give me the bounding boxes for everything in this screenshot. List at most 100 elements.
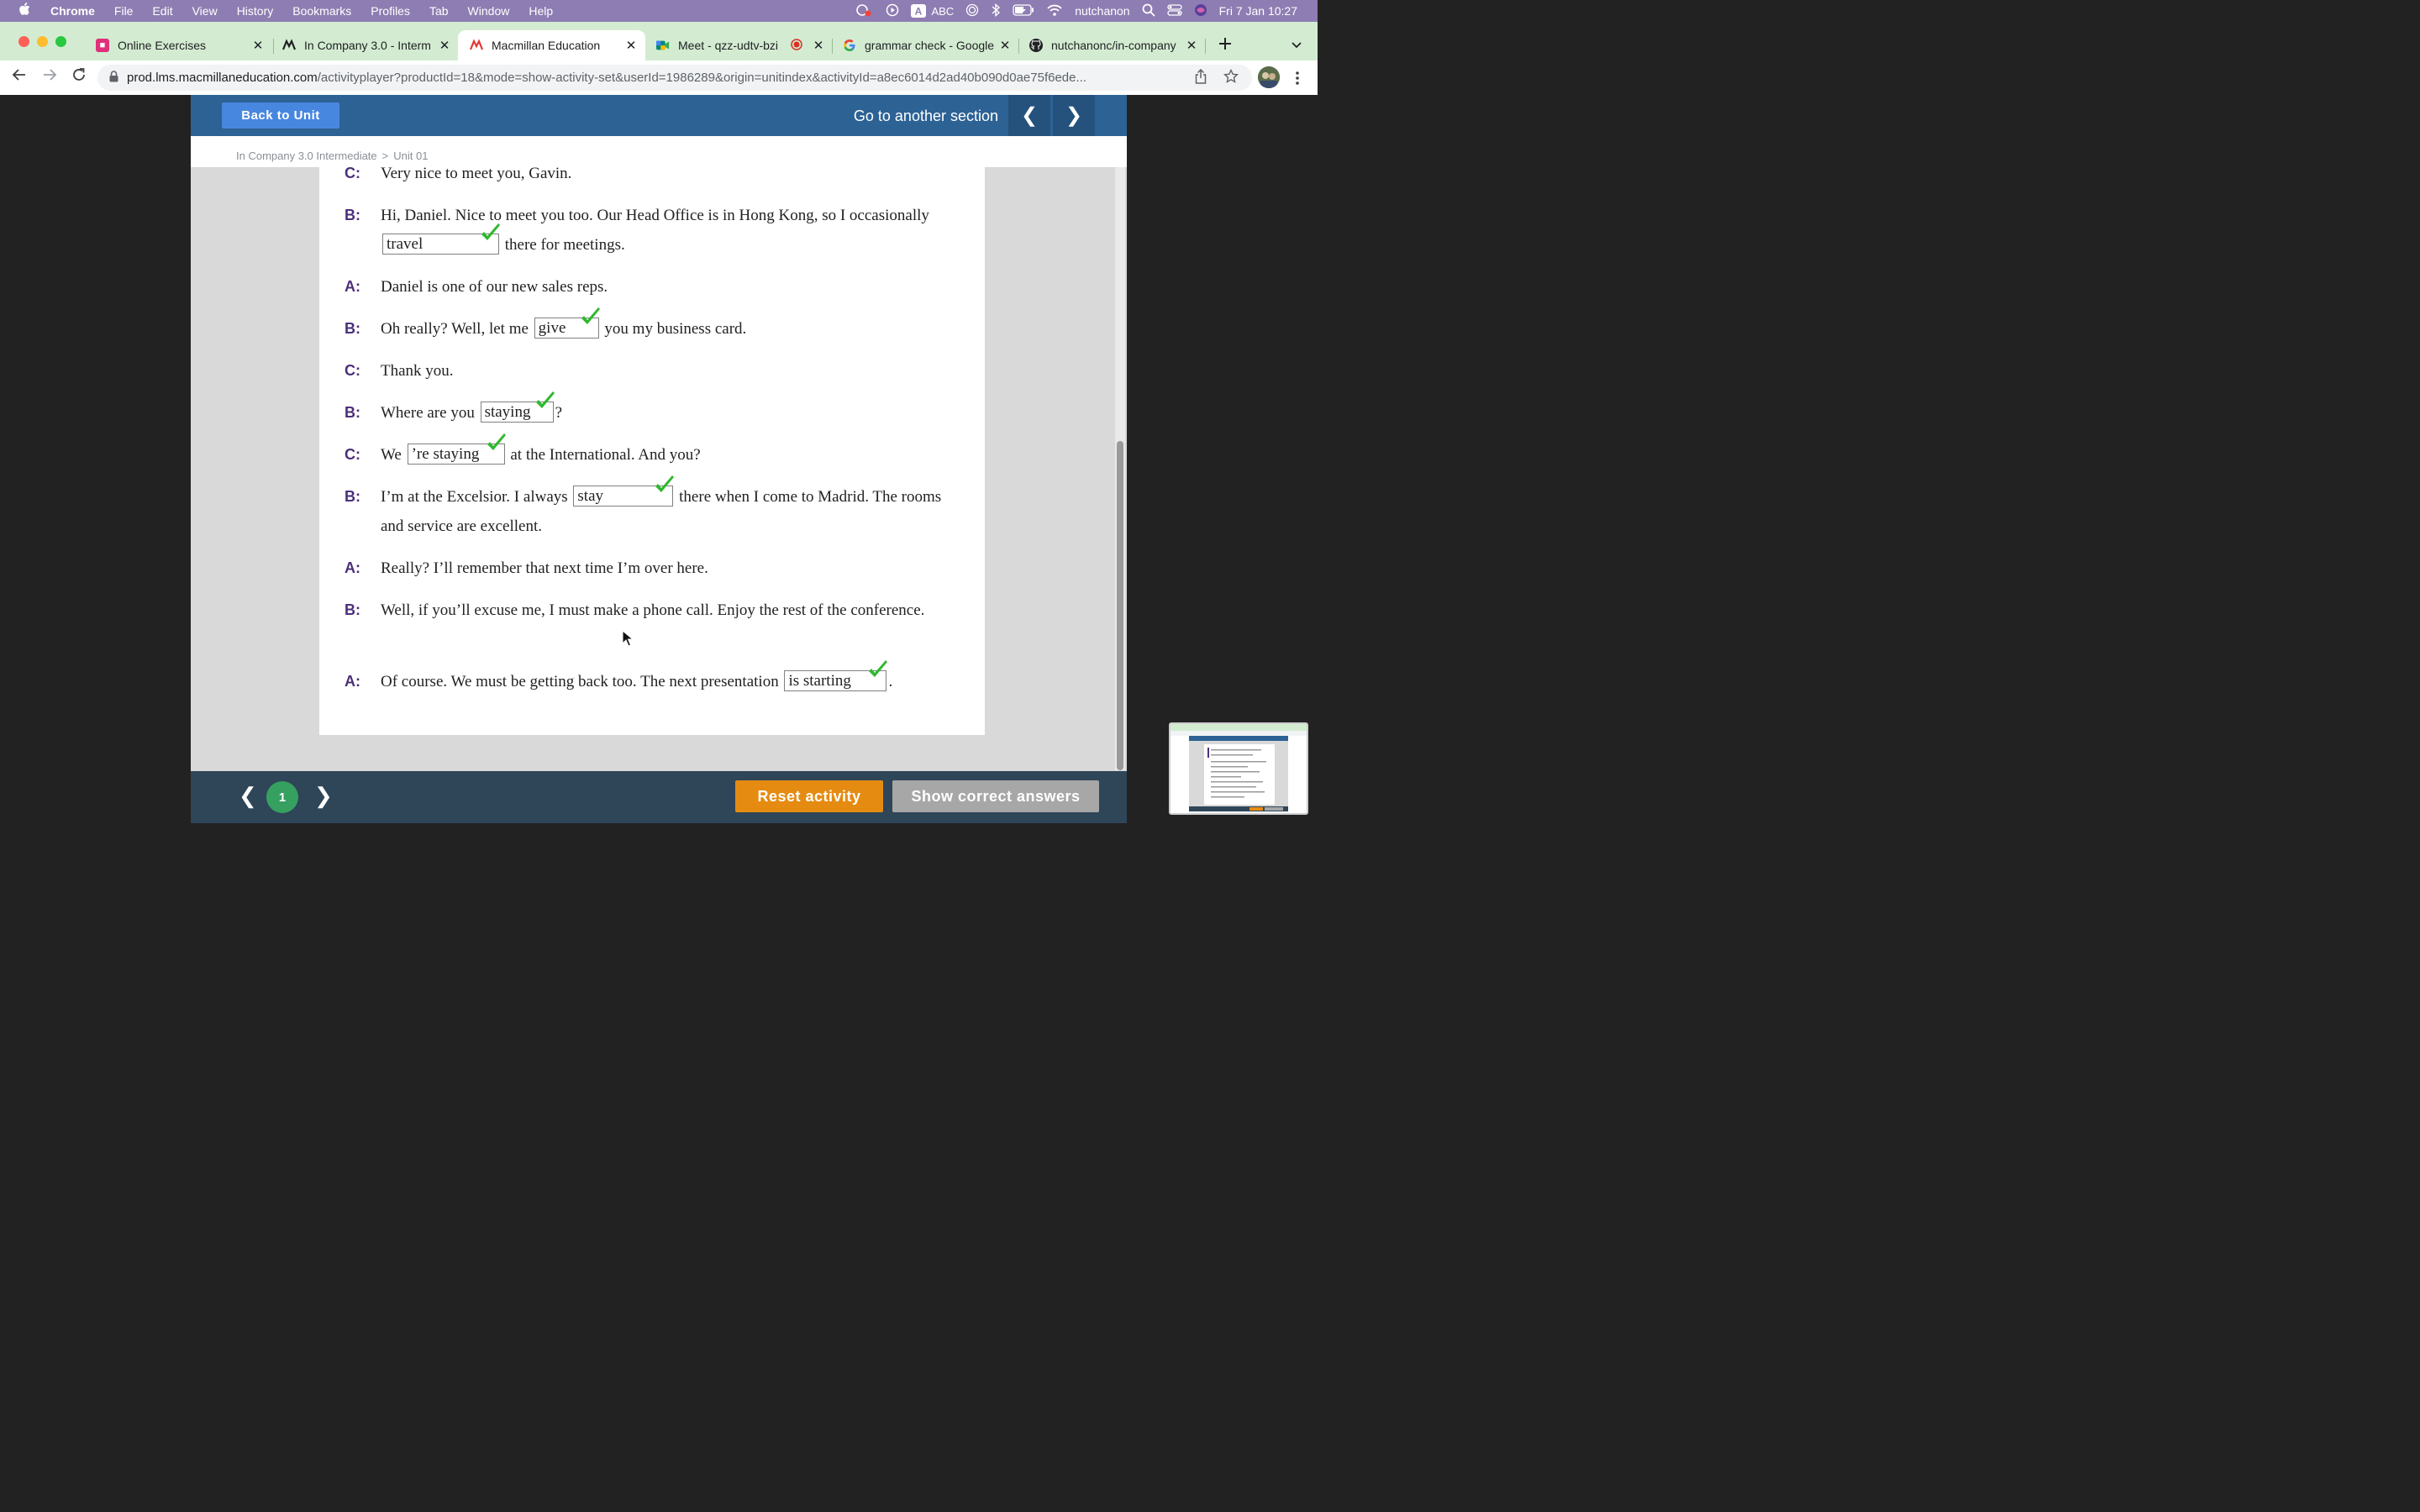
tab-in-company[interactable]: In Company 3.0 - Interm ✕ [271,30,459,60]
screen-share-icon[interactable] [855,3,874,19]
profile-avatar[interactable] [1258,66,1280,88]
dialogue-text-with-gap: We ’re staying at the International. And… [381,433,960,470]
menu-help[interactable]: Help [529,4,553,18]
speaker-label: C: [345,446,360,463]
menu-file[interactable]: File [114,4,134,18]
recording-icon [791,38,802,53]
tab-title: In Company 3.0 - Interm [304,39,431,52]
previous-page-button[interactable]: ❮ [239,783,257,809]
forward-arrow-icon[interactable] [42,67,57,87]
dialogue-text: you my business card. [604,320,747,338]
bookmark-star-icon[interactable] [1223,68,1239,88]
window-zoom-button[interactable] [55,36,66,47]
close-tab-icon[interactable]: ✕ [249,38,267,53]
reload-icon[interactable] [71,67,87,87]
apple-menu-icon[interactable] [18,2,34,20]
url-text: prod.lms.macmillaneducation.com/activity… [127,71,1177,85]
tab-github[interactable]: nutchanonc/in-company ✕ [1018,30,1206,60]
scrollbar-thumb[interactable] [1117,441,1123,770]
answer-dropdown[interactable]: travel [382,223,500,255]
airdrop-icon[interactable] [965,3,979,19]
lock-icon[interactable] [109,71,118,85]
dialogue-text-with-gap: Oh really? Well, let me give you my busi… [381,307,960,344]
user-name[interactable]: nutchanon [1075,4,1129,18]
browser-tab-strip: ■ Online Exercises ✕ In Company 3.0 - In… [0,22,1318,60]
meet-icon [656,39,670,52]
svg-text:A: A [915,6,923,18]
menu-window[interactable]: Window [468,4,510,18]
control-center-icon[interactable] [1166,3,1182,19]
google-icon [843,39,856,52]
menu-tab[interactable]: Tab [429,4,449,18]
chrome-menu-icon[interactable] [1295,71,1300,90]
menu-profiles[interactable]: Profiles [371,4,410,18]
dialogue-text-with-gap: Hi, Daniel. Nice to meet you too. Our He… [381,201,960,260]
menu-app-name[interactable]: Chrome [50,4,95,18]
answer-dropdown[interactable]: give [534,307,600,339]
address-bar[interactable]: prod.lms.macmillaneducation.com/activity… [97,65,1252,91]
dialogue-text-with-gap: Where are you staying ? [381,391,960,428]
tab-search-chevron-down-icon[interactable] [1291,39,1302,54]
answer-value: staying [484,403,531,422]
speaker-label: B: [345,320,360,337]
next-section-button[interactable]: ❯ [1053,95,1095,136]
new-tab-plus-icon[interactable] [1218,36,1233,55]
screenshot-thumbnail-preview[interactable] [1169,722,1308,815]
close-tab-icon[interactable]: ✕ [622,38,640,53]
back-to-unit-button[interactable]: Back to Unit [222,102,339,129]
siri-icon[interactable] [1194,3,1207,19]
menu-history[interactable]: History [237,4,274,18]
page-number-badge[interactable]: 1 [266,781,298,813]
answer-dropdown[interactable]: ’re staying [407,433,506,465]
dialogue-text: Oh really? Well, let me [381,320,529,338]
answer-value: give [538,319,566,338]
macmillan-icon [470,39,483,52]
dialogue-text-with-gap: Of course. We must be getting back too. … [381,660,960,696]
battery-icon[interactable] [1013,3,1034,18]
status-area: A ABC nutchanon Fri 7 Jan 10:27 [844,0,1318,22]
spotlight-search-icon[interactable] [1142,3,1155,19]
correct-check-icon [869,660,888,678]
answer-dropdown[interactable]: is starting [784,660,888,692]
dialogue-text: Of course. We must be getting back too. … [381,673,779,690]
back-arrow-icon[interactable] [12,67,27,87]
clock[interactable]: Fri 7 Jan 10:27 [1219,4,1297,18]
online-exercises-icon: ■ [96,39,109,52]
close-tab-icon[interactable]: ✕ [1182,38,1201,53]
previous-section-button[interactable]: ❮ [1008,95,1050,136]
tab-meet[interactable]: Meet - qzz-udtv-bzi ✕ [644,30,833,60]
share-icon[interactable] [1195,68,1207,88]
correct-check-icon [487,433,506,451]
macmillan-icon [282,39,296,52]
input-source-icon[interactable]: A ABC [911,4,954,18]
menu-edit[interactable]: Edit [152,4,172,18]
dialogue-text: Very nice to meet you, Gavin. [381,165,572,182]
dialogue-text: Hi, Daniel. Nice to meet you too. Our He… [381,207,929,224]
menu-view[interactable]: View [192,4,218,18]
tab-title: grammar check - Google [865,39,995,52]
dialogue-text: Really? I’ll remember that next time I’m… [381,559,708,577]
menu-bookmarks[interactable]: Bookmarks [292,4,351,18]
speaker-label: B: [345,601,360,618]
activity-footer: ❮ 1 ❯ Reset activity Show correct answer… [191,771,1127,823]
tab-online-exercises[interactable]: ■ Online Exercises ✕ [84,30,272,60]
window-minimize-button[interactable] [37,36,48,47]
close-tab-icon[interactable]: ✕ [996,38,1014,53]
wifi-icon[interactable] [1046,3,1063,19]
close-tab-icon[interactable]: ✕ [809,38,828,53]
bluetooth-icon[interactable] [991,3,1001,19]
answer-dropdown[interactable]: stay [573,475,675,507]
vertical-scrollbar[interactable] [1115,167,1125,770]
answer-dropdown[interactable]: staying [480,391,555,423]
play-circle-icon[interactable] [886,3,899,19]
tab-macmillan-education[interactable]: Macmillan Education ✕ [458,30,645,60]
tab-grammar-check[interactable]: grammar check - Google ✕ [831,30,1019,60]
next-page-button[interactable]: ❯ [314,783,333,809]
reset-activity-button[interactable]: Reset activity [735,780,883,812]
close-tab-icon[interactable]: ✕ [435,38,454,53]
answer-value: stay [577,487,604,506]
dialogue-text: ? [555,404,563,422]
window-close-button[interactable] [18,36,29,47]
show-correct-answers-button[interactable]: Show correct answers [892,780,1099,812]
speaker-label: A: [345,559,360,576]
